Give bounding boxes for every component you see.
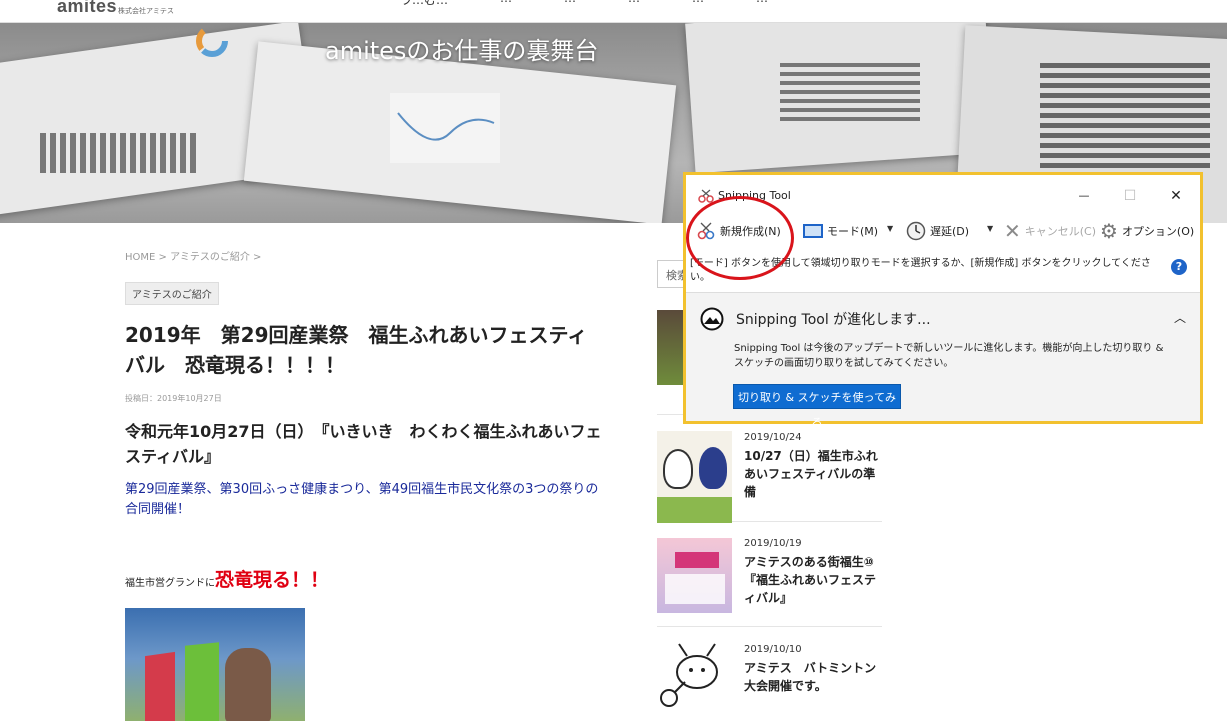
cancel-label: キャンセル(C)	[1024, 225, 1097, 238]
delay-label: 遅延(D)	[930, 225, 970, 238]
flyer-body	[665, 574, 725, 604]
options-button[interactable]: ⚙ オプション(O)	[1100, 218, 1194, 244]
mascot-bird	[663, 449, 693, 489]
post-title[interactable]: 10/27（日）福生市ふれあいフェスティバルの準備	[744, 447, 884, 501]
category-tag[interactable]: アミテスのご紹介	[125, 282, 219, 305]
venue-text: 福生市営グランドに	[125, 578, 215, 589]
chevron-up-icon[interactable]: ︿	[1174, 309, 1186, 326]
post-title[interactable]: アミテス バトミントン大会開催です。	[744, 659, 884, 695]
post-thumbnail[interactable]	[657, 431, 732, 523]
venue-emphasis: 恐竜現る！！	[215, 569, 330, 591]
cancel-button[interactable]: ✕ キャンセル(C)	[1004, 218, 1096, 244]
mode-dropdown-arrow[interactable]: ▼	[887, 224, 893, 233]
article-subtitle: 令和元年10月27日（日） 『いきいき わくわく福生ふれあいフェスティバル』	[125, 422, 602, 466]
notice-heading: Snipping Tool が進化します...	[736, 312, 931, 328]
article-intro: 第29回産業祭、第30回ふっさ健康まつり、第49回福生市民文化祭の3つの祭りの合…	[125, 482, 599, 517]
nav-item[interactable]: …	[756, 0, 768, 8]
nav-item[interactable]: …	[564, 0, 576, 8]
delay-button[interactable]: 遅延(D)	[906, 218, 969, 244]
mode-label: モード(M)	[827, 225, 879, 238]
post-date: 2019/10/10	[744, 644, 802, 655]
post-date: 2019/10/19	[744, 538, 802, 549]
nav-item[interactable]: ラ…む…	[400, 0, 448, 8]
photo-banner	[185, 642, 219, 721]
hero-chart-bars	[780, 63, 920, 123]
hero-title: amitesのお仕事の裏舞台	[325, 37, 599, 65]
sidebar-post[interactable]: 2019/10/19 アミテスのある街福生⑩ 『福生ふれあいフェスティバル』	[657, 523, 886, 627]
photo-dinosaur	[225, 648, 271, 721]
mascot-penguin	[699, 447, 727, 489]
gear-icon: ⚙	[1100, 219, 1118, 243]
post-thumbnail[interactable]	[657, 538, 732, 613]
hero-chart-bars	[1040, 63, 1210, 173]
maximize-button[interactable]: ☐	[1107, 184, 1153, 208]
post-thumbnail[interactable]	[657, 642, 732, 712]
photo-banner	[145, 651, 175, 721]
help-icon[interactable]: ?	[1171, 259, 1187, 275]
upgrade-notice: Snipping Tool が進化します... ︿ Snipping Tool …	[686, 293, 1200, 429]
mascot-ground	[657, 497, 732, 523]
delay-dropdown-arrow[interactable]: ▼	[987, 224, 993, 233]
snip-sketch-icon	[700, 307, 724, 331]
hero-chart-bars	[40, 133, 200, 173]
nav-item[interactable]: …	[628, 0, 640, 8]
company-name: 株式会社アミテス	[118, 7, 174, 15]
post-date: 2019/10/24	[744, 432, 802, 443]
nav-item[interactable]: …	[692, 0, 704, 8]
breadcrumb[interactable]: HOME > アミテスのご紹介 >	[125, 248, 261, 263]
sidebar-post[interactable]: 2019/10/10 アミテス バトミントン大会開催です。	[657, 628, 882, 721]
site-header: amites 株式会社アミテス ラ…む… … … … … …	[0, 0, 1227, 23]
site-logo[interactable]: amites	[57, 0, 117, 17]
article-photo	[125, 608, 305, 721]
hero-donut-chart	[196, 25, 228, 57]
article-title: 2019年 第29回産業祭 福生ふれあいフェスティバル 恐竜現る！！！！	[125, 323, 588, 377]
badminton-mascot-icon	[660, 643, 718, 707]
annotation-circle	[686, 196, 794, 280]
hero-chart-line	[390, 93, 500, 163]
options-label: オプション(O)	[1121, 225, 1195, 238]
post-date: 投稿日：2019年10月27日	[125, 394, 222, 403]
mode-icon	[803, 224, 823, 238]
venue-line: 福生市営グランドに恐竜現る！！	[125, 565, 329, 592]
notice-body: Snipping Tool は今後のアップデートで新しいツールに進化します。機能…	[734, 343, 1164, 369]
minimize-button[interactable]: —	[1061, 184, 1107, 208]
nav-item[interactable]: …	[500, 0, 512, 8]
post-title[interactable]: アミテスのある街福生⑩ 『福生ふれあいフェスティバル』	[744, 553, 886, 607]
cancel-icon: ✕	[1004, 219, 1021, 243]
mode-button[interactable]: モード(M)	[803, 218, 878, 244]
sidebar-post[interactable]: 2019/10/24 10/27（日）福生市ふれあいフェスティバルの準備	[657, 416, 884, 523]
clock-icon	[906, 221, 926, 241]
close-button[interactable]: ✕	[1153, 184, 1199, 208]
main-nav: ラ…む… … … … … …	[400, 0, 768, 8]
flyer-heading	[675, 552, 719, 568]
try-snip-sketch-button[interactable]: 切り取り & スケッチを使ってみる	[733, 384, 901, 429]
